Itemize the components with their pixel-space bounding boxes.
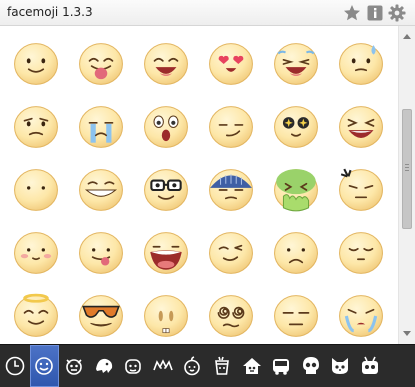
emoji-worried[interactable] bbox=[3, 95, 68, 158]
apple-icon bbox=[184, 356, 201, 376]
worried-face-icon bbox=[13, 105, 58, 148]
emoji-crying[interactable] bbox=[68, 95, 133, 158]
emoji-wink[interactable] bbox=[198, 221, 263, 284]
emoji-nerd-glasses[interactable] bbox=[133, 158, 198, 221]
shocked-face-icon bbox=[143, 105, 188, 148]
scared-blue-face-icon bbox=[208, 168, 253, 211]
emoji-wide-mouth[interactable] bbox=[133, 221, 198, 284]
tab-bat[interactable] bbox=[148, 345, 178, 387]
tab-smiley[interactable] bbox=[29, 345, 60, 387]
blank-face-icon bbox=[13, 168, 58, 211]
sad-frown-face-icon bbox=[273, 231, 318, 274]
emoji-sparkle-eyes[interactable] bbox=[263, 95, 328, 158]
smile-face-icon bbox=[13, 42, 58, 85]
emoji-laugh-tears[interactable] bbox=[263, 32, 328, 95]
angel-face-icon bbox=[13, 293, 58, 337]
emoji-smirk[interactable] bbox=[198, 95, 263, 158]
emoji-angry[interactable] bbox=[328, 158, 393, 221]
cup-icon bbox=[215, 356, 229, 375]
tab-clock[interactable] bbox=[0, 345, 30, 387]
scroll-down-arrow[interactable] bbox=[399, 326, 415, 342]
crying-face-icon bbox=[78, 105, 123, 148]
smirk-face-icon bbox=[208, 105, 253, 148]
creature-icon bbox=[125, 359, 141, 374]
emoji-sweat[interactable] bbox=[328, 32, 393, 95]
robot-icon bbox=[361, 356, 378, 374]
emoji-content[interactable] bbox=[328, 221, 393, 284]
dizzy-face-icon bbox=[208, 294, 253, 337]
wide-mouth-face-icon bbox=[143, 231, 188, 274]
category-tab-bar bbox=[0, 344, 415, 387]
tongue-side-face-icon bbox=[78, 231, 123, 274]
smiley-icon bbox=[35, 357, 54, 375]
neutral-face-icon bbox=[273, 294, 318, 337]
title-bar: facemoji 1.3.3 bbox=[0, 0, 415, 26]
grin-teeth-face-icon bbox=[78, 168, 123, 211]
cat-icon bbox=[332, 358, 349, 374]
skull-icon bbox=[302, 357, 319, 374]
emoji-shocked[interactable] bbox=[133, 95, 198, 158]
sunglasses-face-icon bbox=[78, 294, 123, 337]
angry-face-icon bbox=[338, 168, 383, 211]
tongue-out-face-icon bbox=[78, 42, 123, 85]
laugh-tears-face-icon bbox=[273, 42, 318, 85]
bunny-face-icon bbox=[143, 294, 188, 337]
emoji-tongue-out[interactable] bbox=[68, 32, 133, 95]
vertical-scrollbar[interactable] bbox=[398, 26, 415, 344]
tab-apple[interactable] bbox=[178, 345, 208, 387]
gear-icon[interactable] bbox=[387, 3, 407, 23]
tab-skull[interactable] bbox=[296, 345, 326, 387]
emoji-sobbing[interactable] bbox=[328, 284, 393, 344]
vomit-green-face-icon bbox=[273, 168, 318, 211]
tab-monster[interactable] bbox=[59, 345, 89, 387]
clock-icon bbox=[5, 356, 25, 376]
emoji-vomit-green[interactable] bbox=[263, 158, 328, 221]
emoji-dizzy[interactable] bbox=[198, 284, 263, 344]
emoji-sunglasses[interactable] bbox=[68, 284, 133, 344]
scroll-up-arrow[interactable] bbox=[399, 28, 415, 44]
app-title: facemoji 1.3.3 bbox=[7, 5, 93, 19]
emoji-big-grin[interactable] bbox=[133, 32, 198, 95]
emoji-tongue-side[interactable] bbox=[68, 221, 133, 284]
emoji-squint-laugh[interactable] bbox=[328, 95, 393, 158]
blush-face-icon bbox=[13, 231, 58, 274]
sparkle-eyes-face-icon bbox=[273, 105, 318, 148]
star-icon[interactable] bbox=[342, 3, 362, 23]
emoji-blush[interactable] bbox=[3, 221, 68, 284]
bat-icon bbox=[153, 359, 173, 371]
emoji-grid bbox=[3, 32, 393, 344]
emoji-smile[interactable] bbox=[3, 32, 68, 95]
info-icon[interactable] bbox=[365, 3, 385, 23]
tab-cat[interactable] bbox=[326, 345, 356, 387]
emoji-sad-frown[interactable] bbox=[263, 221, 328, 284]
content-face-icon bbox=[338, 231, 383, 274]
sobbing-face-icon bbox=[338, 294, 383, 337]
tab-house[interactable] bbox=[237, 345, 267, 387]
tab-ghost[interactable] bbox=[89, 345, 119, 387]
emoji-blank[interactable] bbox=[3, 158, 68, 221]
tab-cup[interactable] bbox=[207, 345, 237, 387]
emoji-neutral[interactable] bbox=[263, 284, 328, 344]
sweat-face-icon bbox=[338, 42, 383, 85]
nerd-glasses-face-icon bbox=[143, 168, 188, 211]
heart-eyes-face-icon bbox=[208, 42, 253, 85]
scrollbar-thumb[interactable] bbox=[402, 108, 412, 229]
emoji-panel bbox=[0, 26, 397, 344]
monster-icon bbox=[66, 359, 82, 375]
tab-bus[interactable] bbox=[266, 345, 296, 387]
tab-creature[interactable] bbox=[118, 345, 148, 387]
emoji-angel[interactable] bbox=[3, 284, 68, 344]
ghost-icon bbox=[95, 358, 112, 373]
big-grin-face-icon bbox=[143, 42, 188, 85]
emoji-bunny[interactable] bbox=[133, 284, 198, 344]
emoji-scared-blue[interactable] bbox=[198, 158, 263, 221]
bus-icon bbox=[273, 359, 290, 375]
tab-robot[interactable] bbox=[355, 345, 385, 387]
wink-face-icon bbox=[208, 231, 253, 274]
emoji-heart-eyes[interactable] bbox=[198, 32, 263, 95]
house-icon bbox=[242, 358, 261, 374]
squint-laugh-face-icon bbox=[338, 105, 383, 148]
emoji-grin-teeth[interactable] bbox=[68, 158, 133, 221]
